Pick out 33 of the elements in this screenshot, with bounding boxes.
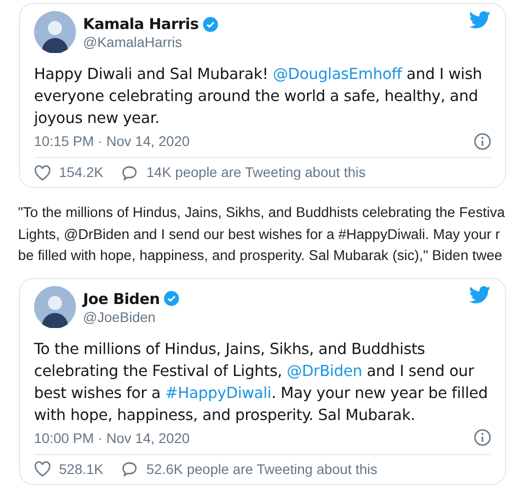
info-icon[interactable] (474, 429, 491, 446)
tweet-link[interactable]: #HappyDiwali (165, 384, 272, 402)
bird-icon (469, 286, 491, 304)
speech-bubble-icon[interactable] (121, 461, 138, 477)
tweet-timestamp[interactable]: 10:00 PM · Nov 14, 2020 (34, 428, 190, 448)
speech-bubble-icon[interactable] (121, 164, 138, 180)
conversation-link[interactable]: 52.6K people are Tweeting about this (146, 458, 378, 480)
author-name[interactable]: Kamala Harris (83, 15, 199, 33)
author-handle[interactable]: @JoeBiden (83, 308, 462, 326)
avatar-icon (34, 11, 76, 53)
like-count: 154.2K (59, 163, 104, 182)
heart-icon[interactable] (34, 461, 51, 477)
conversation-link[interactable]: 14K people are Tweeting about this (146, 162, 366, 183)
article-text: be filled with hope, happiness, and prosperity. Sal Mubarak (sic)," Biden twee (18, 247, 502, 266)
tweet-link[interactable]: @DouglasEmhoff (272, 65, 402, 83)
bird-icon (469, 11, 491, 29)
tweet-text: with hope, happiness, and prosperity. Sal Mubarak. (34, 404, 416, 426)
info-icon[interactable] (474, 132, 491, 150)
tweet-text: best wishes for a #HappyDiwali. May your new year be filled (34, 382, 488, 404)
tweet-text: celebrating the Festival of Lights, @DrBiden and I send our (34, 360, 474, 382)
tweet-text: everyone celebrating around the world a safe, healthy, and (34, 86, 478, 107)
article-text: Lights, @DrBiden and I send our best wishes for a #HappyDiwali. May your r (18, 226, 500, 244)
tweet-text: joyous new year. (34, 108, 160, 129)
tweet-text: Happy Diwali and Sal Mubarak! @DouglasEmhoff and I wish (34, 64, 482, 85)
article-text: "To the millions of Hindus, Jains, Sikhs, and Buddhists celebrating the Festiva (18, 204, 505, 223)
author-handle[interactable]: @KamalaHarris (83, 33, 462, 51)
author-name[interactable]: Joe Biden (83, 290, 160, 308)
tweet-timestamp[interactable]: 10:15 PM · Nov 14, 2020 (34, 131, 190, 151)
like-count: 528.1K (59, 460, 104, 478)
tweet-text: To the millions of Hindus, Jains, Sikhs, and Buddhists (34, 338, 425, 360)
tweet-link[interactable]: @DrBiden (286, 362, 362, 380)
heart-icon[interactable] (34, 164, 51, 180)
avatar-icon (34, 286, 76, 328)
